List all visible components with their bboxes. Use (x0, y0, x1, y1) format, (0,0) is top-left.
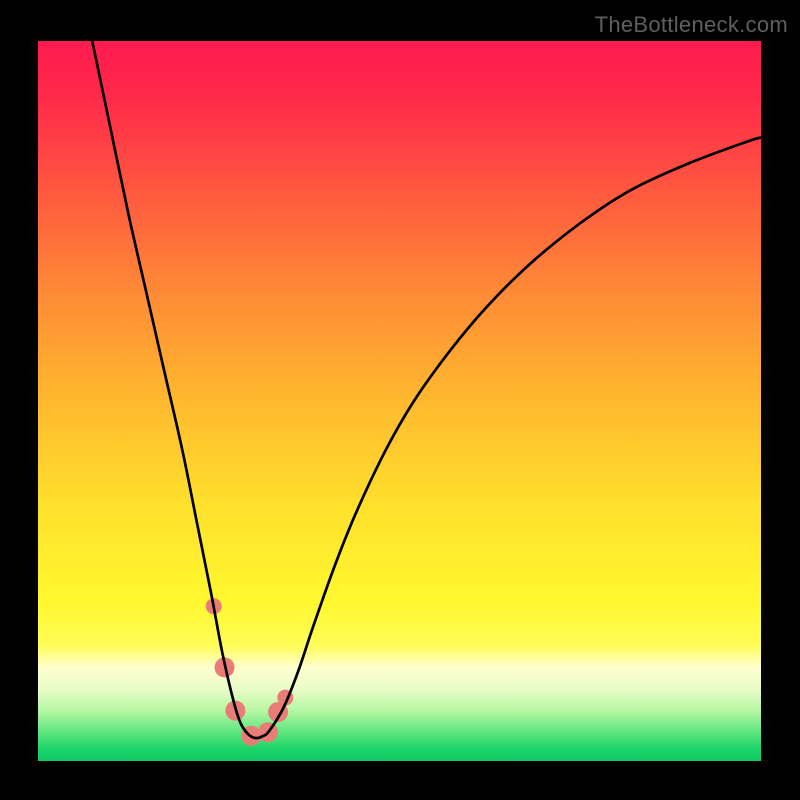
chart-curve-layer (38, 41, 761, 761)
watermark-text: TheBottleneck.com (595, 12, 788, 38)
plot-area (38, 41, 761, 761)
chart-frame: TheBottleneck.com (0, 0, 800, 800)
bottleneck-curve (92, 41, 761, 738)
curve-markers (206, 598, 294, 746)
